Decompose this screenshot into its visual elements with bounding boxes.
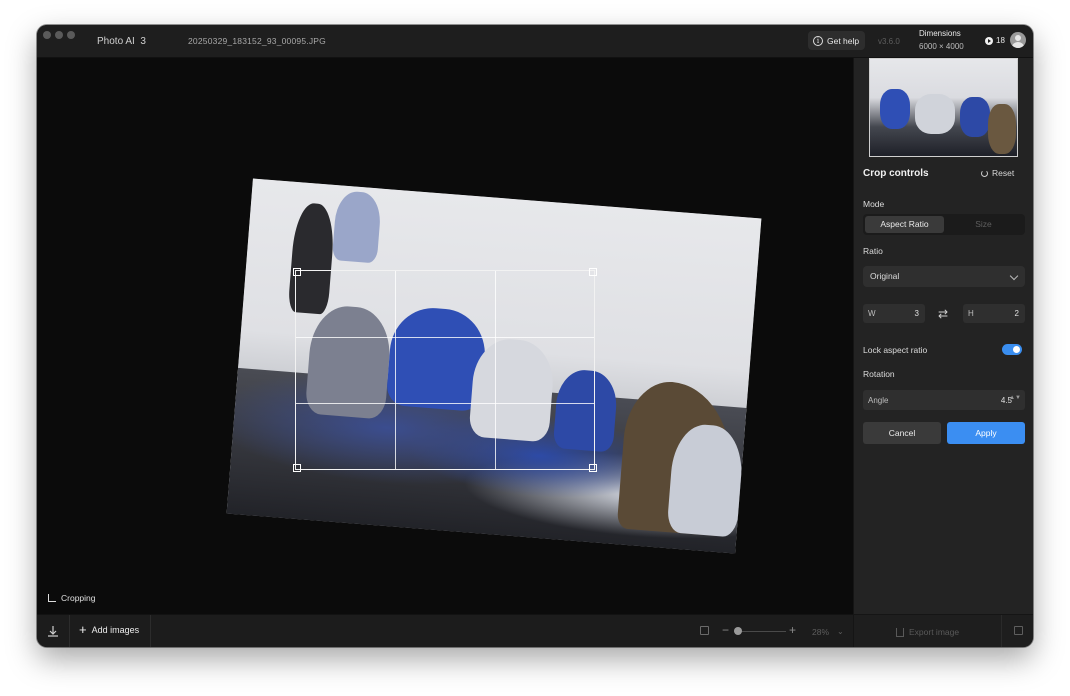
user-avatar[interactable] — [1010, 32, 1026, 48]
export-image-label: Export image — [909, 627, 960, 637]
crop-controls-panel: Crop controls Reset Mode Aspect Ratio Si… — [853, 58, 1033, 647]
crop-grid-line — [395, 271, 397, 469]
angle-label: Angle — [868, 396, 889, 405]
share-icon[interactable] — [1014, 626, 1023, 635]
crop-grid-line — [494, 271, 496, 469]
cropping-indicator: Cropping — [48, 593, 96, 603]
mode-size-tab[interactable]: Size — [944, 216, 1023, 233]
image-canvas[interactable]: Cropping — [37, 58, 853, 614]
add-images-label: Add images — [91, 625, 140, 635]
stepper-icon[interactable]: ▲▼ — [1009, 395, 1021, 401]
export-image-button[interactable]: Export image — [896, 627, 959, 637]
chevron-down-icon[interactable]: ⌄ — [837, 627, 844, 636]
credits-icon — [985, 36, 993, 45]
version-label: v3.6.0 — [878, 37, 900, 46]
ratio-value: Original — [870, 271, 900, 281]
width-value: 3 — [914, 309, 919, 318]
crop-handle-top-left[interactable] — [293, 268, 301, 276]
zoom-slider-handle[interactable] — [734, 627, 742, 635]
cancel-button[interactable]: Cancel — [863, 422, 941, 444]
swap-ratio-icon[interactable]: ⇄ — [938, 307, 948, 321]
zoom-level[interactable]: 28% — [812, 627, 829, 637]
export-bar: Export image — [854, 614, 1033, 647]
height-label: H — [968, 309, 974, 318]
divider — [1001, 615, 1002, 647]
cropping-label: Cropping — [61, 593, 96, 603]
info-icon: i — [813, 35, 823, 46]
crop-handle-top-right[interactable] — [589, 268, 597, 276]
mode-aspect-ratio-tab[interactable]: Aspect Ratio — [865, 216, 944, 233]
panel-title: Crop controls — [863, 168, 929, 179]
mode-label: Mode — [863, 199, 885, 209]
chevron-down-icon — [1009, 271, 1019, 281]
app-title: Photo AI 3 — [97, 36, 146, 47]
add-images-button[interactable]: + Add images — [79, 622, 140, 637]
plus-icon: + — [79, 622, 87, 637]
fit-to-screen-icon[interactable] — [700, 626, 709, 635]
thumb-player — [915, 94, 955, 134]
height-ratio-field[interactable]: H 2 — [963, 304, 1025, 323]
app-name: Photo AI — [97, 36, 135, 47]
download-icon[interactable] — [47, 625, 59, 637]
crop-grid-line — [296, 402, 594, 404]
title-bar: Photo AI 3 20250329_183152_93_00095.JPG … — [37, 25, 1033, 58]
divider — [150, 615, 151, 647]
bottom-toolbar: + Add images − + 28% ⌄ — [37, 614, 853, 647]
zoom-out-icon[interactable]: − — [722, 623, 729, 637]
crop-grid-line — [296, 336, 594, 338]
ratio-label: Ratio — [863, 246, 883, 256]
app-version-major: 3 — [140, 36, 146, 47]
export-icon — [896, 627, 904, 637]
reset-icon — [981, 169, 988, 177]
width-label: W — [868, 309, 876, 318]
zoom-in-icon[interactable]: + — [789, 623, 796, 637]
angle-field[interactable]: Angle 4.5 ▲▼ — [863, 390, 1025, 410]
width-ratio-field[interactable]: W 3 — [863, 304, 925, 323]
dimensions-label: Dimensions — [919, 29, 961, 38]
crop-handle-bottom-left[interactable] — [293, 464, 301, 472]
credits-counter[interactable]: 18 — [985, 36, 1005, 45]
crop-icon — [48, 594, 56, 602]
crop-frame[interactable] — [293, 268, 597, 472]
credits-value: 18 — [996, 36, 1005, 45]
mode-segmented-control: Aspect Ratio Size — [863, 214, 1025, 235]
navigator-thumbnail[interactable] — [869, 58, 1018, 157]
get-help-button[interactable]: i Get help — [808, 31, 865, 50]
lock-aspect-ratio-label: Lock aspect ratio — [863, 345, 928, 355]
ratio-select[interactable]: Original — [863, 266, 1025, 287]
maximize-window-button[interactable] — [67, 31, 75, 39]
thumb-player — [880, 89, 910, 129]
divider — [69, 615, 70, 647]
thumb-fan-arm — [988, 104, 1016, 154]
apply-button[interactable]: Apply — [947, 422, 1025, 444]
reset-button[interactable]: Reset — [981, 168, 1014, 178]
file-name: 20250329_183152_93_00095.JPG — [188, 36, 326, 46]
dimensions-value: 6000 × 4000 — [919, 42, 964, 51]
rotation-label: Rotation — [863, 369, 895, 379]
reset-label: Reset — [992, 168, 1015, 178]
minimize-window-button[interactable] — [55, 31, 63, 39]
thumb-player — [960, 97, 990, 137]
lock-aspect-ratio-toggle[interactable] — [1002, 344, 1022, 355]
close-window-button[interactable] — [43, 31, 51, 39]
height-value: 2 — [1014, 309, 1019, 318]
app-window: Photo AI 3 20250329_183152_93_00095.JPG … — [37, 25, 1033, 647]
crop-handle-bottom-right[interactable] — [589, 464, 597, 472]
get-help-label: Get help — [827, 35, 860, 46]
